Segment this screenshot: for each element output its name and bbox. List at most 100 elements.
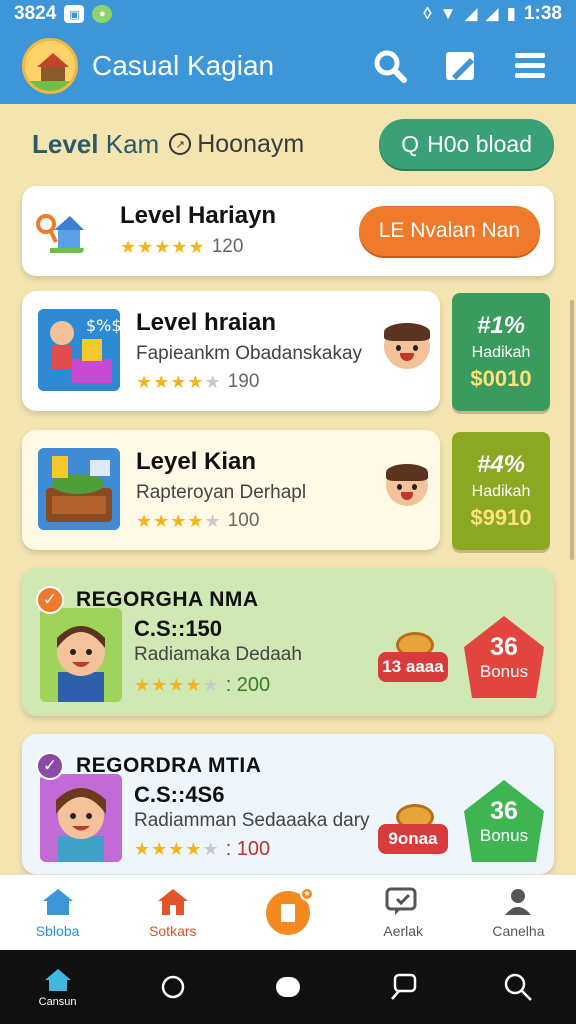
card-title: Level hraian xyxy=(136,309,277,336)
bonus-label: Bonus xyxy=(479,825,529,845)
girl-avatar xyxy=(386,464,428,506)
system-circle-button[interactable] xyxy=(143,957,203,1017)
section-title: Level Kam xyxy=(32,129,159,160)
house-icon xyxy=(157,888,188,915)
nav-item-home[interactable]: Sbloba xyxy=(0,875,115,950)
level-action-button[interactable]: LE Nvalan Nan xyxy=(358,206,540,256)
circle-icon xyxy=(161,975,185,999)
status-bar: 3824 ▣ ● ◊ ▼ ◢ ◢ ▮ 1:38 xyxy=(0,0,576,28)
chat-icon xyxy=(385,887,417,915)
key-icon: Q xyxy=(401,130,420,157)
system-app-button[interactable] xyxy=(258,957,318,1017)
bonus-number: 36 xyxy=(490,796,518,825)
section-subtitle-text: Hoonaym xyxy=(197,129,305,158)
bonus-badge[interactable]: 36 Bonus xyxy=(464,780,544,862)
app-header: Casual Kagian xyxy=(0,28,576,104)
card-rating: ★★★★★ : 200 xyxy=(134,674,270,697)
wifi-icon: ▼ xyxy=(439,4,457,23)
bonus-badge-title: REGORGHA NMA xyxy=(76,588,259,611)
download-button[interactable]: Q H0o bload xyxy=(379,119,554,169)
card-description: Radiamaka Dedaah xyxy=(134,644,302,665)
card-rating: ★★★★★ 190 xyxy=(136,371,259,393)
reward-tile[interactable]: #1% Hadikah $0010 xyxy=(452,293,550,411)
system-home-button[interactable]: Cansun xyxy=(28,957,88,1017)
search-button[interactable] xyxy=(366,42,414,90)
thumbnail-gift-icon: $%$ xyxy=(38,309,120,391)
card-rating: ★★★★★ : 100 xyxy=(134,838,270,861)
section-title-light: Kam xyxy=(105,128,160,159)
logo-grass xyxy=(25,81,75,91)
system-home-label: Cansun xyxy=(38,995,77,1008)
card-rating: ★★★★★ 100 xyxy=(136,510,259,532)
reward-label: Hadikah xyxy=(471,344,531,361)
rating-value: 190 xyxy=(227,371,260,392)
thumbnail-girl-icon xyxy=(40,774,122,862)
nav-item-profile[interactable]: Canelha xyxy=(461,875,576,950)
status-right: ◊ ▼ ◢ ◢ ▮ 1:38 xyxy=(423,3,562,25)
check-icon: ✓ xyxy=(36,752,64,780)
card-description: Fapieankm Obadanskakay xyxy=(136,343,363,364)
chat-icon: ● xyxy=(92,5,113,23)
star-rating: ★★★★★ xyxy=(120,236,206,257)
download-button-label: H0o bload xyxy=(427,130,532,157)
bottom-nav: Sbloba Sotkars ★ Aerlak Canelha xyxy=(0,874,576,950)
search-icon xyxy=(505,973,533,1001)
bonus-badge[interactable]: 36 Bonus xyxy=(464,616,544,698)
search-icon xyxy=(374,50,407,83)
card-description: Rapteroyan Derhapl xyxy=(136,482,307,503)
star-rating: ★★★★★ xyxy=(136,510,222,531)
system-search-button[interactable] xyxy=(488,957,548,1017)
bonus-label: Bonus xyxy=(479,661,529,681)
bonus-badge-title: REGORDRA MTIA xyxy=(76,754,262,777)
menu-button[interactable] xyxy=(506,42,554,90)
edit-icon xyxy=(446,52,474,80)
boy-avatar xyxy=(384,323,430,369)
nav-item-chat[interactable]: Aerlak xyxy=(346,875,461,950)
main-content: Level Kam ↗ Hoonaym Q H0o bload Level Ha… xyxy=(0,104,576,874)
section-subtitle: ↗ Hoonaym xyxy=(169,130,379,159)
nav-label: Sbloba xyxy=(35,922,80,939)
check-icon: ✓ xyxy=(36,586,64,614)
house-roof xyxy=(37,53,69,67)
system-nav: Cansun xyxy=(0,950,576,1024)
reward-percent: #1% xyxy=(476,312,526,339)
card-description: Radiamman Sedaaaka dary xyxy=(134,810,370,831)
reward-label: Hadikah xyxy=(471,483,531,500)
level-card[interactable]: $%$ Level hraian Fapieankm Obadanskakay … xyxy=(22,291,440,411)
level-card[interactable]: Leyel Kian Rapteroyan Derhapl ★★★★★ 100 xyxy=(22,430,440,550)
center-action-icon: ★ xyxy=(266,886,314,935)
rating-value: : 100 xyxy=(225,838,271,860)
bonus-card[interactable]: ✓ REGORDRA MTIA C.S::4S6 Radiamman Sedaa… xyxy=(22,734,554,874)
nav-label: Aerlak xyxy=(383,922,424,939)
bonus-number: 36 xyxy=(490,632,518,661)
bonus-code: C.S::4S6 xyxy=(134,782,225,807)
coin-stack-icon: 9onaa xyxy=(378,804,448,856)
image-icon: ▣ xyxy=(64,5,85,23)
rating-value: 120 xyxy=(211,236,244,257)
card-title: Level Hariayn xyxy=(120,202,277,229)
thumbnail-kid-icon xyxy=(40,608,122,702)
edit-button[interactable] xyxy=(436,42,484,90)
thumbnail-chest-icon xyxy=(38,448,120,530)
reward-value: $0010 xyxy=(470,366,532,391)
status-left: 3824 ▣ ● xyxy=(14,3,113,25)
nav-item-stores[interactable]: Sotkars xyxy=(115,875,230,950)
home-icon xyxy=(44,968,71,991)
coin-stack-icon: 13 aaaa xyxy=(378,632,448,684)
app-logo[interactable] xyxy=(22,38,78,94)
reward-tile[interactable]: #4% Hadikah $9910 xyxy=(452,432,550,550)
bonus-card[interactable]: ✓ REGORGHA NMA C.S::150 Radiamaka Dedaah… xyxy=(22,568,554,716)
system-chat-button[interactable] xyxy=(373,957,433,1017)
level-card[interactable]: Level Hariayn ★★★★★ 120 LE Nvalan Nan xyxy=(22,186,554,276)
status-left-text: 3824 xyxy=(14,3,57,24)
bonus-code: C.S::150 xyxy=(134,616,223,641)
reward-value: $9910 xyxy=(470,505,532,530)
vibrate-icon: ◊ xyxy=(423,4,432,23)
house-icon xyxy=(36,208,84,254)
coin-label: 9onaa xyxy=(378,824,448,854)
coin-label: 13 aaaa xyxy=(378,652,448,682)
scrollbar[interactable] xyxy=(570,300,574,560)
star-rating: ★★★★★ xyxy=(134,839,220,859)
rating-value: : 200 xyxy=(225,674,271,696)
nav-item-center[interactable]: ★ xyxy=(230,875,345,950)
